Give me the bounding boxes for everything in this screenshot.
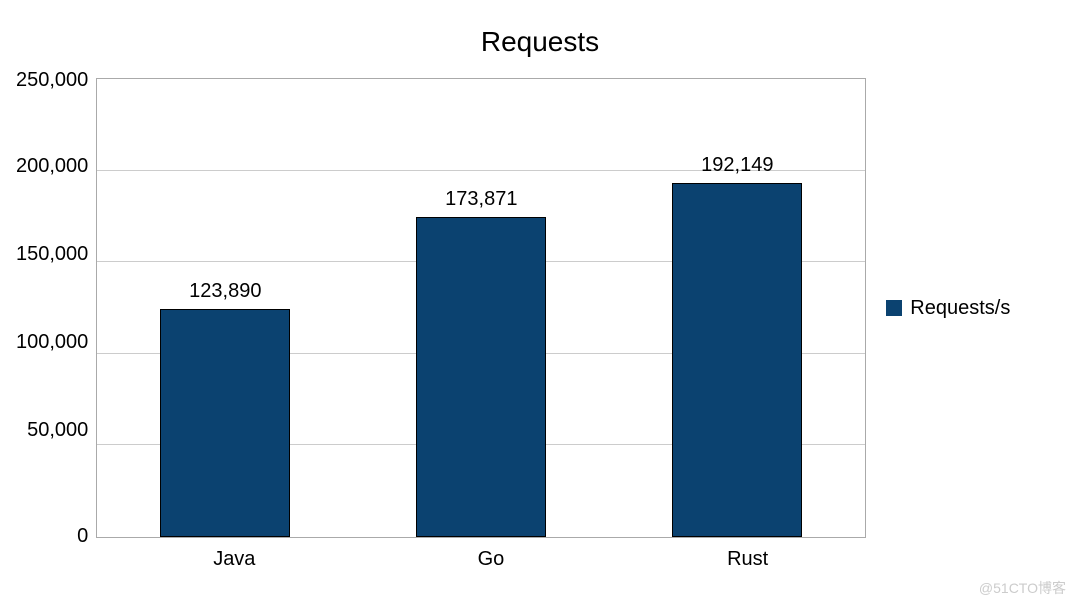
y-tick: 0 — [77, 526, 88, 546]
data-label: 123,890 — [189, 280, 261, 303]
bar — [160, 309, 290, 537]
x-tick: Java — [106, 548, 363, 571]
y-tick: 100,000 — [16, 332, 88, 352]
bar-group-go: 173,871 — [353, 188, 609, 537]
bar-group-rust: 192,149 — [609, 154, 865, 537]
bar — [416, 217, 546, 537]
x-tick: Rust — [619, 548, 876, 571]
chart-wrapper: 250,000 200,000 150,000 100,000 50,000 0… — [16, 78, 1064, 538]
legend-swatch — [886, 300, 902, 316]
x-tick: Go — [363, 548, 620, 571]
chart-container: 250,000 200,000 150,000 100,000 50,000 0… — [16, 78, 866, 538]
legend-label: Requests/s — [910, 297, 1010, 320]
plot-area: 123,890 173,871 192,149 — [96, 78, 866, 538]
data-label: 192,149 — [701, 154, 773, 177]
y-tick: 150,000 — [16, 244, 88, 264]
y-tick: 250,000 — [16, 70, 88, 90]
bar-group-java: 123,890 — [97, 280, 353, 537]
legend: Requests/s — [886, 297, 1010, 320]
y-tick: 50,000 — [27, 420, 88, 440]
x-axis: Java Go Rust — [106, 548, 876, 571]
bars-container: 123,890 173,871 192,149 — [97, 79, 865, 537]
data-label: 173,871 — [445, 188, 517, 211]
bar — [672, 183, 802, 537]
watermark: @51CTO博客 — [979, 578, 1066, 598]
y-tick: 200,000 — [16, 156, 88, 176]
chart-title: Requests — [16, 26, 1064, 58]
y-axis: 250,000 200,000 150,000 100,000 50,000 0 — [16, 78, 96, 538]
